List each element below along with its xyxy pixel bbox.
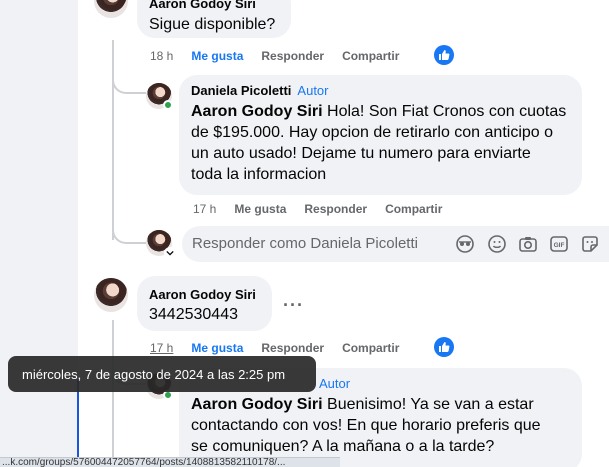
comment-text: 3442530443: [149, 306, 238, 323]
comment-bubble: Daniela Picoletti Autor Aaron Godoy Siri…: [179, 75, 582, 195]
comment-timestamp[interactable]: 17 h: [150, 341, 173, 355]
avatar-sticker-icon[interactable]: [455, 234, 475, 254]
like-button[interactable]: Me gusta: [191, 341, 243, 355]
avatar[interactable]: [146, 83, 173, 110]
reply-input[interactable]: Responder como Daniela Picoletti GIF: [182, 226, 609, 262]
like-button[interactable]: Me gusta: [191, 49, 243, 63]
comment-text: Sigue disponible?: [149, 16, 276, 33]
comment-text: Aaron Godoy Siri Hola! Son Fiat Cronos c…: [191, 103, 567, 183]
reply-placeholder: Responder como Daniela Picoletti: [192, 235, 418, 252]
avatar[interactable]: [94, 0, 128, 18]
gif-icon[interactable]: GIF: [549, 234, 569, 254]
like-button[interactable]: Me gusta: [234, 202, 286, 216]
share-button[interactable]: Compartir: [342, 49, 399, 63]
author-badge: Autor: [319, 376, 351, 391]
comment-bubble: Aaron Godoy Siri 3442530443: [137, 276, 272, 331]
chevron-down-icon[interactable]: [164, 247, 176, 259]
status-bar-url: ...k.com/groups/576004472057764/posts/14…: [0, 457, 340, 467]
comment-actions: 17 h Me gusta Responder Compartir: [150, 341, 399, 355]
reply-button[interactable]: Responder: [261, 49, 324, 63]
comment-author[interactable]: Daniela Picoletti: [191, 83, 291, 98]
comment-timestamp[interactable]: 18 h: [150, 49, 173, 63]
thread-line: [112, 320, 114, 467]
left-panel: [0, 0, 78, 467]
share-button[interactable]: Compartir: [385, 202, 442, 216]
share-button[interactable]: Compartir: [342, 341, 399, 355]
online-status-dot: [163, 100, 173, 110]
thread-connector: [112, 200, 146, 244]
comment-actions: 18 h Me gusta Responder Compartir: [150, 49, 399, 63]
comment-actions: 17 h Me gusta Responder Compartir: [193, 202, 442, 216]
avatar[interactable]: [94, 278, 128, 312]
mention-link[interactable]: Aaron Godoy Siri: [191, 396, 323, 413]
comment-header: Daniela Picoletti Autor: [191, 83, 570, 98]
like-reaction-icon[interactable]: [434, 45, 454, 65]
comment-bubble: Aaron Godoy Siri Sigue disponible?: [137, 0, 291, 38]
more-options-icon[interactable]: ···: [283, 295, 304, 316]
comment-timestamp[interactable]: 17 h: [193, 202, 216, 216]
comment-author[interactable]: Aaron Godoy Siri: [149, 0, 279, 11]
comment-text: Aaron Godoy Siri Buenisimo! Ya se van a …: [191, 396, 541, 455]
svg-text:GIF: GIF: [554, 242, 565, 249]
emoji-icon[interactable]: [487, 234, 507, 254]
like-reaction-icon[interactable]: [434, 337, 454, 357]
reply-button[interactable]: Responder: [261, 341, 324, 355]
camera-icon[interactable]: [518, 234, 538, 254]
avatar[interactable]: [146, 230, 176, 259]
mention-link[interactable]: Aaron Godoy Siri: [191, 103, 323, 120]
timestamp-tooltip: miércoles, 7 de agosto de 2024 a las 2:2…: [8, 356, 316, 392]
sticker-icon[interactable]: [580, 234, 600, 254]
reply-button[interactable]: Responder: [304, 202, 367, 216]
author-badge: Autor: [297, 83, 329, 98]
comment-author[interactable]: Aaron Godoy Siri: [149, 287, 260, 302]
thread-connector: [112, 40, 146, 94]
